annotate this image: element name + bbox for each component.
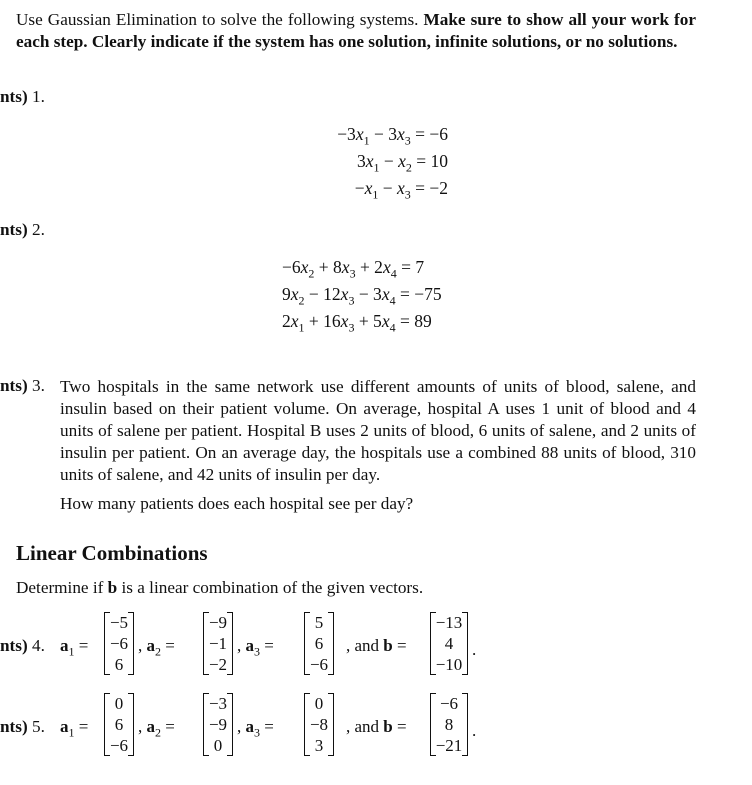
problem-5-label: nts) 5. <box>0 717 45 737</box>
points-prefix: nts) <box>0 636 28 655</box>
equation: −3x1 − 3x3 = −6 <box>337 124 448 148</box>
vector-a3: 5 6 −6 <box>304 612 334 675</box>
points-prefix: nts) <box>0 717 28 736</box>
period: . <box>472 640 477 659</box>
problem-number: 4. <box>32 636 45 655</box>
problem-2-label: nts) 2. <box>0 220 45 240</box>
problem-number: 1. <box>32 87 45 106</box>
a2-label: , a2 = <box>138 636 175 659</box>
problem-2-system: −6x2 + 8x3 + 2x4 = 7 9x2 − 12x3 − 3x4 = … <box>282 257 482 338</box>
equation: 2x1 + 16x3 + 5x4 = 89 <box>282 311 432 335</box>
problem-3-text: Two hospitals in the same network use di… <box>60 377 696 484</box>
instructions-plain: Use Gaussian Elimination to solve the fo… <box>16 10 419 29</box>
equation: 3x1 − x2 = 10 <box>356 151 448 175</box>
vector-b: −6 8 −21 <box>430 693 468 756</box>
points-prefix: nts) <box>0 87 28 106</box>
points-prefix: nts) <box>0 376 28 395</box>
problem-number: 5. <box>32 717 45 736</box>
equation: −6x2 + 8x3 + 2x4 = 7 <box>282 257 425 281</box>
vector-a2: −3 −9 0 <box>203 693 233 756</box>
vector-a1: 0 6 −6 <box>104 693 134 756</box>
intro-b: b <box>107 578 118 597</box>
period: . <box>472 721 477 740</box>
a1-label: a1 = <box>60 636 89 659</box>
equation: 9x2 − 12x3 − 3x4 = −75 <box>282 284 442 308</box>
vector-a3: 0 −8 3 <box>304 693 334 756</box>
b-label: , and b = <box>346 636 407 655</box>
b-label: , and b = <box>346 717 407 736</box>
a3-label: , a3 = <box>237 636 274 659</box>
problem-number: 3. <box>32 376 45 395</box>
problem-3-question: How many patients does each hospital see… <box>60 494 414 513</box>
a3-label: , a3 = <box>237 717 274 740</box>
problem-3-label: nts) 3. <box>0 376 45 396</box>
vector-a1: −5 −6 6 <box>104 612 134 675</box>
problem-1-label: nts) 1. <box>0 87 45 107</box>
equation: −x1 − x3 = −2 <box>354 178 448 202</box>
instructions: Use Gaussian Elimination to solve the fo… <box>16 9 696 53</box>
intro-text: Determine if <box>16 578 108 597</box>
vector-b: −13 4 −10 <box>430 612 468 675</box>
section-intro: Determine if b is a linear combination o… <box>16 577 696 599</box>
problem-4-label: nts) 4. <box>0 636 45 656</box>
problem-number: 2. <box>32 220 45 239</box>
vector-a2: −9 −1 −2 <box>203 612 233 675</box>
intro-text: is a linear combination of the given vec… <box>117 578 424 597</box>
a2-label: , a2 = <box>138 717 175 740</box>
problem-1-system: −3x1 − 3x3 = −6 3x1 − x2 = 10 −x1 − x3 =… <box>290 124 448 205</box>
section-heading: Linear Combinations <box>16 541 208 565</box>
a1-label: a1 = <box>60 717 89 740</box>
points-prefix: nts) <box>0 220 28 239</box>
